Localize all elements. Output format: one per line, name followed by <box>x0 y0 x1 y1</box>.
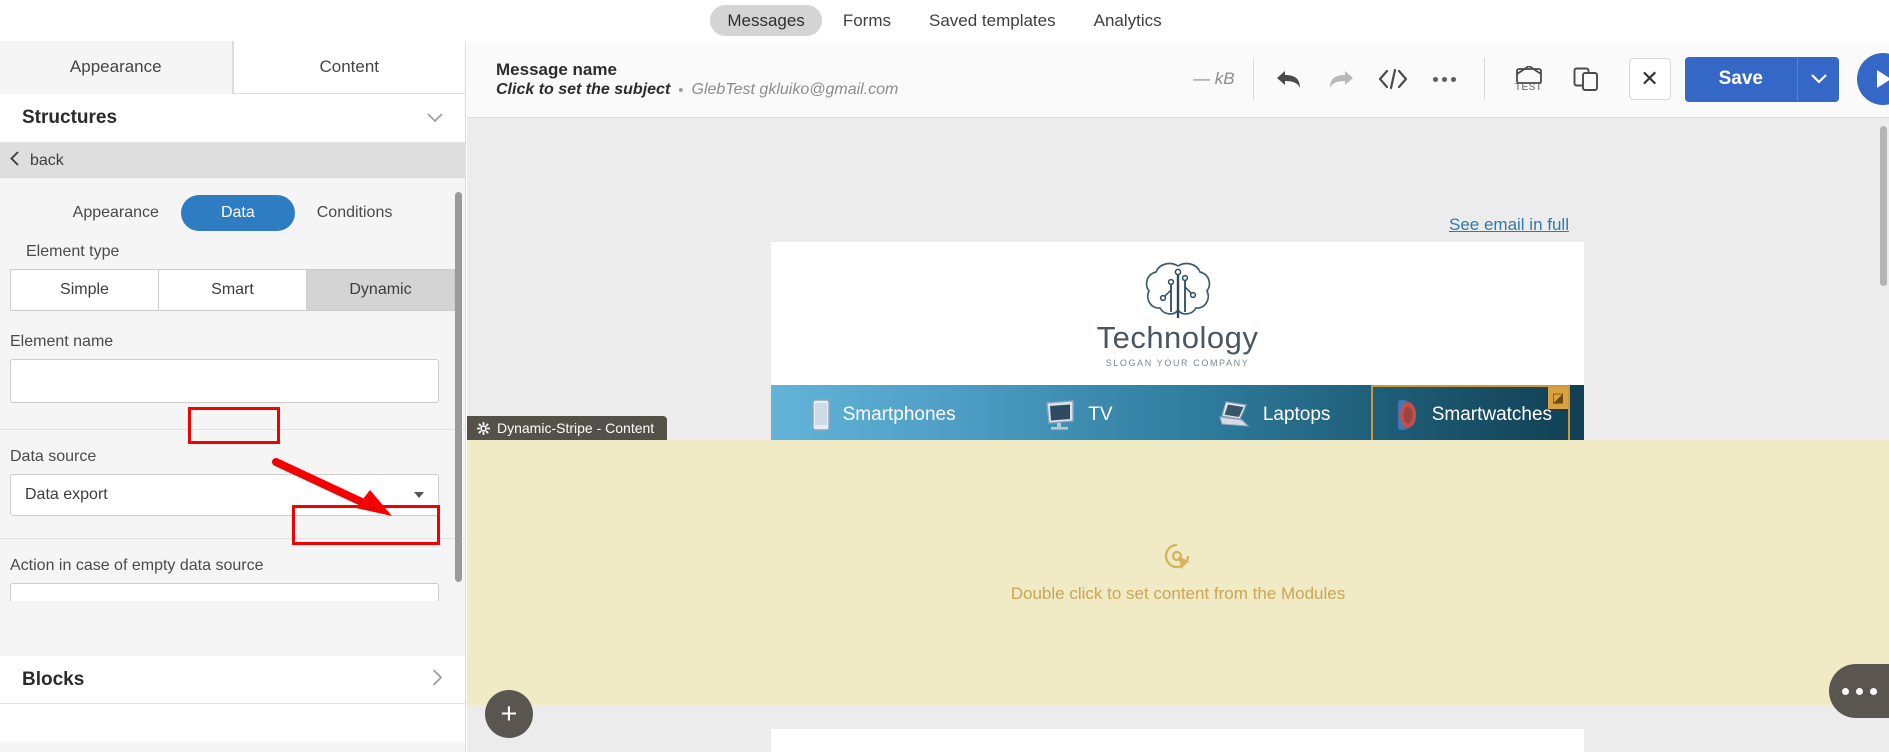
subtab-data[interactable]: Data <box>180 195 295 231</box>
gear-icon <box>477 421 490 435</box>
smartphone-icon <box>811 399 830 431</box>
divider <box>1252 58 1254 100</box>
ellipsis-icon <box>1841 687 1849 695</box>
nav-label: Smartphones <box>842 404 956 425</box>
block-options-button[interactable] <box>1829 664 1889 718</box>
email-canvas: See email in full Technology SLOGAN YOUR… <box>467 118 1889 752</box>
click-target-icon <box>1164 543 1190 570</box>
panel-body: Appearance Data Conditions Element type … <box>0 178 465 656</box>
chevron-left-icon <box>10 151 19 170</box>
send-play-button[interactable] <box>1857 53 1889 105</box>
top-navigation: Messages Forms Saved templates Analytics <box>0 0 1889 41</box>
code-icon[interactable] <box>1376 62 1410 96</box>
left-settings-panel: Appearance Content Structures back Appea… <box>0 41 466 752</box>
email-slogan: SLOGAN YOUR COMPANY <box>1105 357 1250 368</box>
tv-icon <box>1046 400 1074 430</box>
nav-item-laptops[interactable]: Laptops <box>1176 385 1371 445</box>
element-type-group: Simple Smart Dynamic <box>10 269 455 311</box>
email-preview: Technology SLOGAN YOUR COMPANY Smartphon… <box>771 242 1584 445</box>
subject-placeholder[interactable]: Click to set the subject <box>496 81 670 99</box>
divider <box>1483 58 1485 100</box>
dynamic-content-placeholder[interactable]: Double click to set content from the Mod… <box>467 440 1889 705</box>
element-type-smart[interactable]: Smart <box>159 269 307 311</box>
save-dropdown-button[interactable] <box>1797 56 1839 102</box>
element-type-dynamic[interactable]: Dynamic <box>307 269 455 311</box>
canvas-scrollbar[interactable] <box>1880 126 1887 286</box>
email-brand-name: Technology <box>1096 319 1259 355</box>
duplicate-icon[interactable] <box>1569 62 1603 96</box>
test-label: TEST <box>1514 81 1543 93</box>
email-body-continuation <box>771 729 1584 752</box>
element-name-input[interactable] <box>10 359 439 403</box>
email-logo-block[interactable]: Technology SLOGAN YOUR COMPANY <box>771 242 1584 385</box>
back-label: back <box>30 151 64 169</box>
blocks-next-row <box>0 704 465 742</box>
panel-top-tabs: Appearance Content <box>0 41 465 94</box>
test-email-icon[interactable]: TEST <box>1507 62 1551 96</box>
laptop-icon <box>1219 401 1250 427</box>
see-email-in-full-link[interactable]: See email in full <box>1449 215 1569 235</box>
email-size: — kB <box>1193 69 1235 88</box>
structures-section-header[interactable]: Structures <box>0 94 465 143</box>
nav-item-smartphones[interactable]: Smartphones <box>785 385 980 445</box>
block-tag-label: Dynamic-Stripe - Content <box>497 420 655 436</box>
selected-block-tag[interactable]: Dynamic-Stripe - Content <box>467 416 668 440</box>
subtab-conditions[interactable]: Conditions <box>295 195 415 231</box>
empty-action-select[interactable] <box>10 583 439 601</box>
chevron-down-icon <box>427 110 443 127</box>
chevron-right-icon <box>432 668 443 691</box>
undo-icon[interactable] <box>1272 62 1306 96</box>
editor-toolbar-icons: TEST <box>1272 58 1603 100</box>
close-button[interactable]: ✕ <box>1628 58 1671 100</box>
tab-appearance[interactable]: Appearance <box>0 41 233 94</box>
element-type-label: Element type <box>26 243 120 260</box>
sub-tab-group: Appearance Data Conditions <box>0 178 465 243</box>
tab-content[interactable]: Content <box>232 41 465 94</box>
nav-item-smartwatches[interactable]: Smartwatches ◪ <box>1370 385 1570 445</box>
tab-analytics[interactable]: Analytics <box>1077 5 1179 36</box>
tab-forms[interactable]: Forms <box>826 5 908 36</box>
empty-action-label: Action in case of empty data source <box>10 557 264 574</box>
nav-label: TV <box>1088 404 1113 425</box>
message-name[interactable]: Message name <box>496 59 898 82</box>
more-icon[interactable] <box>1428 62 1462 96</box>
structures-title: Structures <box>22 107 118 128</box>
element-type-simple[interactable]: Simple <box>10 269 159 311</box>
back-button[interactable]: back <box>0 143 465 178</box>
data-source-value: Data export <box>25 486 108 503</box>
nav-label: Smartwatches <box>1431 404 1553 425</box>
tab-messages[interactable]: Messages <box>710 5 822 36</box>
save-button-group: Save <box>1684 56 1839 102</box>
email-category-stripe[interactable]: Smartphones TV Laptops Smartwatches ◪ <box>771 385 1584 445</box>
panel-scrollbar[interactable] <box>455 192 462 582</box>
element-name-label: Element name <box>10 333 114 350</box>
sender-address: GlebTest gkluiko@gmail.com <box>691 81 899 99</box>
nav-badge: ◪ <box>1548 387 1568 409</box>
nav-label: Laptops <box>1262 404 1331 425</box>
subtab-appearance[interactable]: Appearance <box>51 195 181 231</box>
smartwatch-icon <box>1397 399 1416 431</box>
content-hint-text: Double click to set content from the Mod… <box>1010 583 1346 603</box>
nav-item-tv[interactable]: TV <box>980 385 1175 445</box>
chevron-down-icon <box>414 492 424 498</box>
brain-circuit-icon <box>1145 262 1210 318</box>
blocks-title: Blocks <box>22 668 85 690</box>
app-root: Messages Forms Saved templates Analytics… <box>0 0 1889 752</box>
blocks-section-header[interactable]: Blocks <box>0 656 465 704</box>
ellipsis-icon <box>1869 687 1877 695</box>
separator-dot: • <box>678 81 684 99</box>
editor-header: Message name Click to set the subject • … <box>467 41 1889 118</box>
add-block-button[interactable]: + <box>485 690 533 738</box>
message-meta: Message name Click to set the subject • … <box>467 59 898 100</box>
ellipsis-icon <box>1855 687 1863 695</box>
save-button[interactable]: Save <box>1684 56 1797 102</box>
data-source-select[interactable]: Data export <box>10 474 439 516</box>
data-source-label: Data source <box>10 448 97 465</box>
redo-icon[interactable] <box>1324 62 1358 96</box>
tab-saved-templates[interactable]: Saved templates <box>912 5 1073 36</box>
